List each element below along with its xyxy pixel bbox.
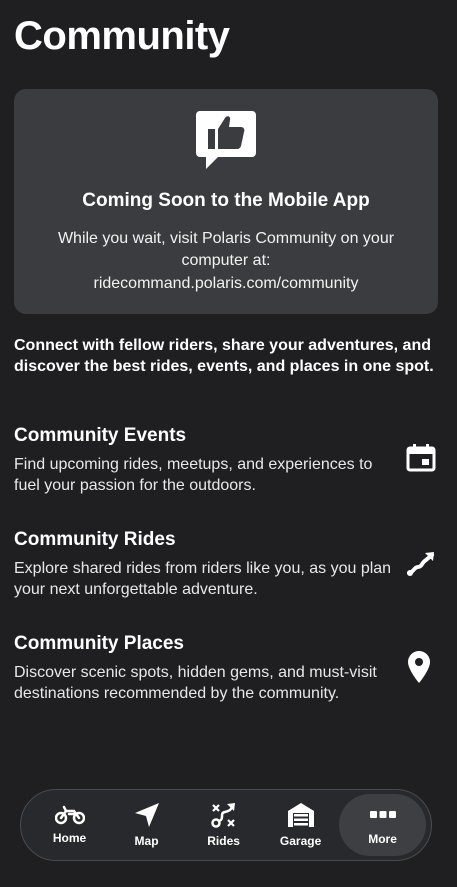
section-title: Community Rides [14,529,176,550]
section-community-rides[interactable]: Community Rides Explore shared rides fro… [14,529,444,600]
route-icon [407,552,434,576]
section-body: Discover scenic spots, hidden gems, and … [14,664,377,702]
page-title: Community [14,14,230,58]
rides-icon [210,803,235,828]
nav-item-home[interactable]: Home [31,794,108,856]
garage-icon [287,803,314,827]
community-screen: Community Coming Soon to the Mobile App … [0,0,457,887]
card-title: Coming Soon to the Mobile App [82,190,370,211]
more-icon [369,811,396,818]
nav-label: Rides [207,834,240,848]
section-title: Community Events [14,425,187,446]
section-title: Community Places [14,633,184,654]
bottom-nav: Home Map Rides Garage More [20,789,432,861]
nav-label: Map [134,834,159,848]
intro-text: Connect with fellow riders, share your a… [14,337,434,375]
location-pin-icon [408,651,430,683]
section-community-places[interactable]: Community Places Discover scenic spots, … [14,633,444,704]
coming-soon-card: Coming Soon to the Mobile App While you … [14,89,438,314]
nav-item-map[interactable]: Map [108,794,185,856]
section-body: Explore shared rides from riders like yo… [14,560,392,598]
nav-item-more[interactable]: More [339,794,427,856]
vehicle-icon [54,805,85,825]
thumbs-up-speech-icon [196,111,256,169]
nav-item-rides[interactable]: Rides [185,794,262,856]
nav-label: More [368,832,397,846]
section-community-events[interactable]: Community Events Find upcoming rides, me… [14,425,444,496]
nav-label: Home [52,831,87,845]
nav-item-garage[interactable]: Garage [262,794,339,856]
card-body: While you wait, visit Polaris Community … [57,230,395,269]
community-link[interactable]: ridecommand.polaris.com/community [14,275,438,293]
section-body: Find upcoming rides, meetups, and experi… [14,456,373,494]
nav-label: Garage [279,834,322,848]
calendar-icon [406,444,436,472]
navigation-arrow-icon [134,803,159,827]
